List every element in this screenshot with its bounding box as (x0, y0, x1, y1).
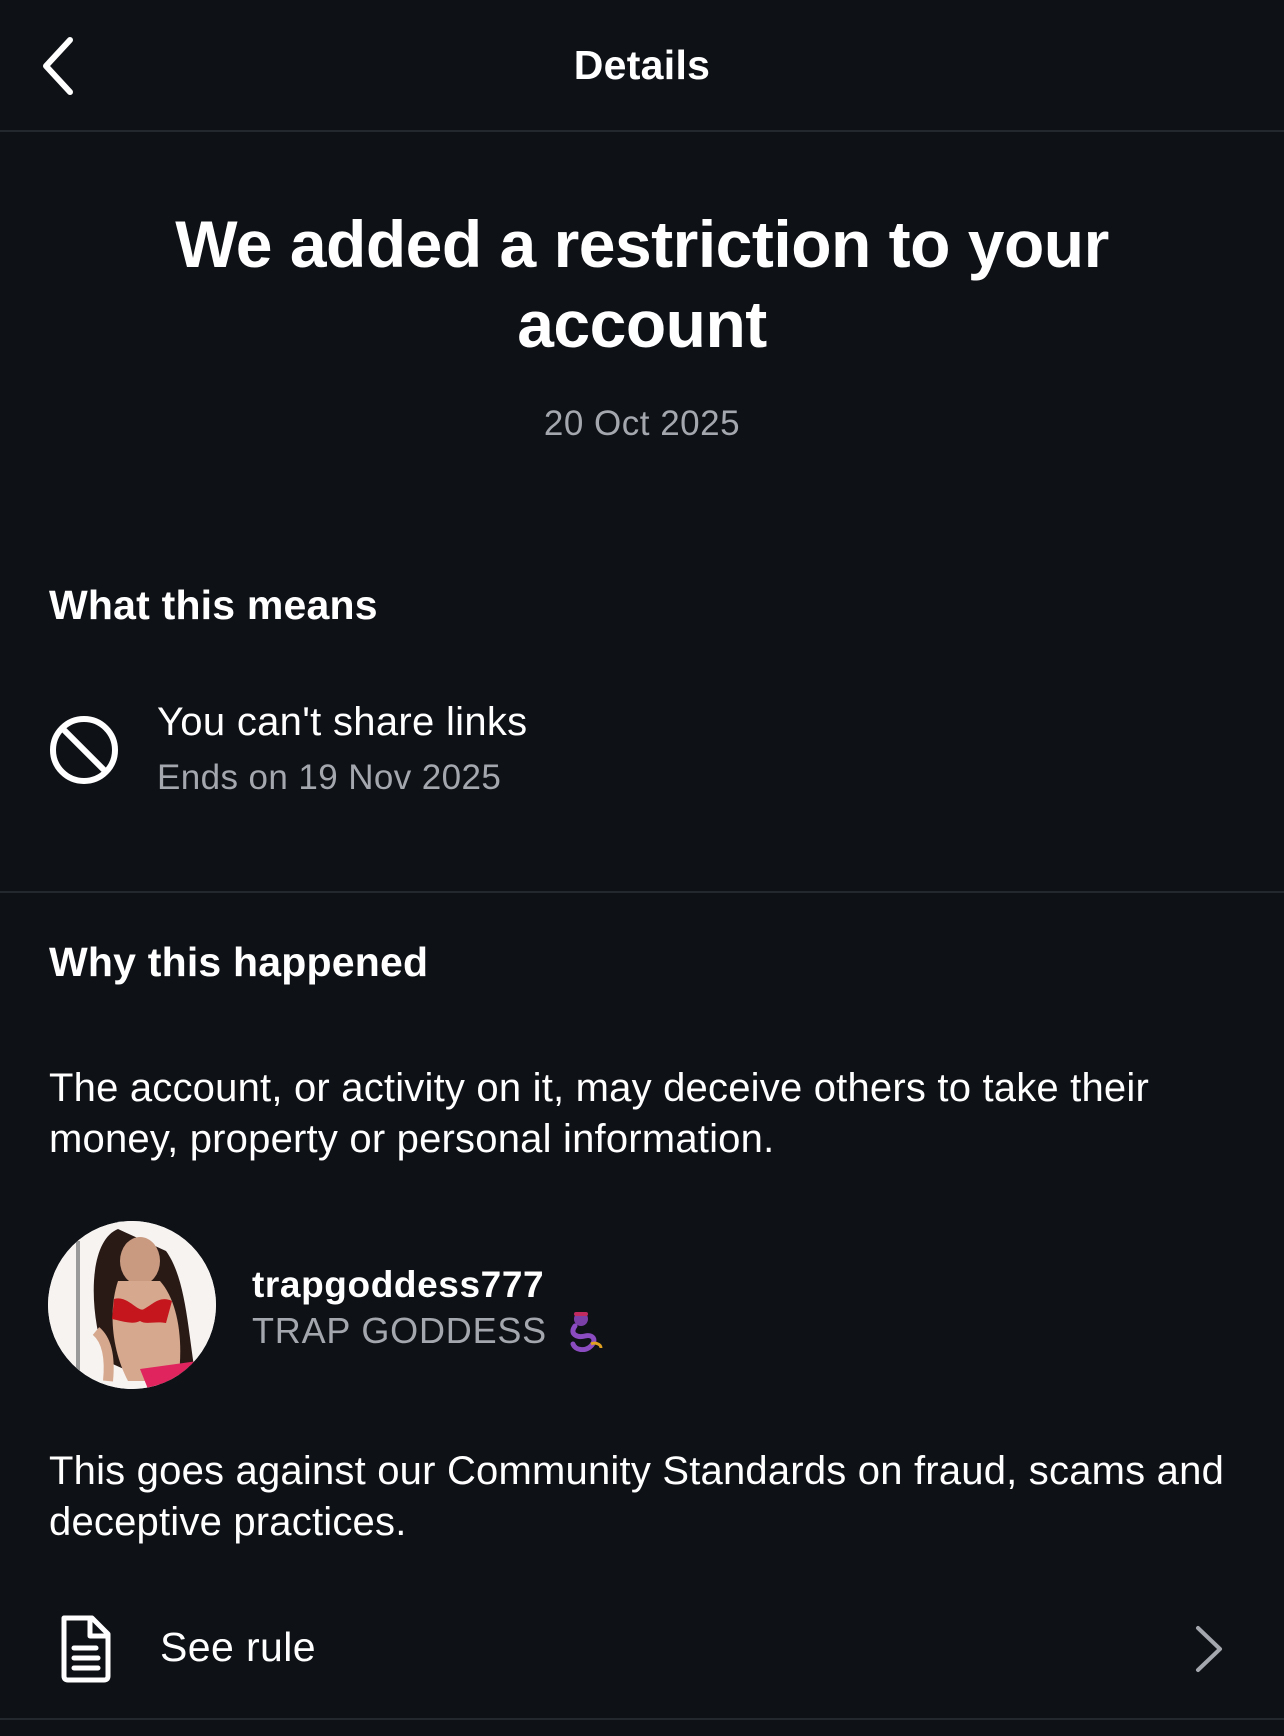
username: trapgoddess777 (252, 1264, 545, 1305)
restriction-label: You can't share links (157, 700, 528, 744)
restriction-end-date: Ends on 19 Nov 2025 (157, 758, 502, 797)
see-rule-button[interactable]: See rule (0, 1602, 1284, 1698)
avatar (48, 1221, 216, 1389)
chevron-right-icon (1196, 1626, 1222, 1672)
genie-icon (565, 1310, 605, 1352)
see-rule-label: See rule (160, 1624, 316, 1670)
avatar-image (48, 1221, 216, 1389)
document-icon (61, 1615, 111, 1683)
reason-text: The account, or activity on it, may dece… (49, 1066, 1149, 1161)
why-this-happened-heading: Why this happened (49, 939, 429, 985)
display-name: TRAP GODDESS (252, 1308, 605, 1354)
what-this-means-heading: What this means (49, 582, 378, 628)
restriction-headline: We added a restriction to your account (175, 207, 1109, 361)
notice-date: 20 Oct 2025 (543, 404, 741, 443)
top-bar: Details (0, 0, 1284, 132)
account-info: trapgoddess777 TRAP GODDESS (252, 1262, 605, 1354)
prohibited-icon (50, 716, 118, 784)
section-divider (0, 891, 1284, 893)
display-name-text: TRAP GODDESS (252, 1310, 547, 1351)
standards-text: This goes against our Community Standard… (49, 1449, 1225, 1544)
page-title: Details (573, 42, 711, 88)
bottom-divider (0, 1718, 1284, 1720)
